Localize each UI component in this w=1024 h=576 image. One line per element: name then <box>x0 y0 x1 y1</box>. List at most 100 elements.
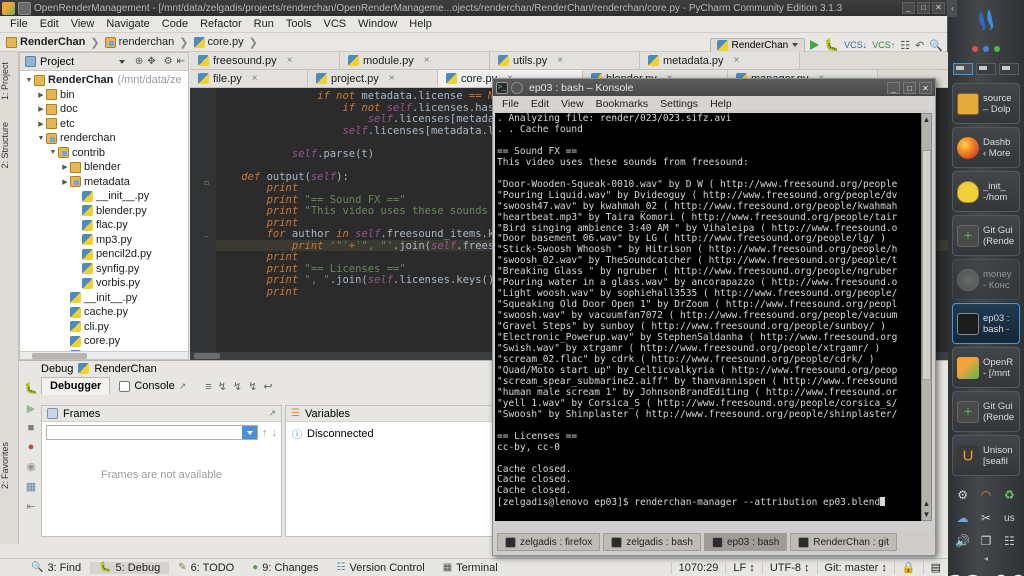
maximize-button[interactable]: □ <box>917 2 930 14</box>
locate-icon[interactable]: ⊕ <box>135 56 143 67</box>
editor-tab-module[interactable]: module.py × <box>340 52 490 69</box>
task-text-editor[interactable]: _init_ -/hom <box>952 171 1020 212</box>
pager[interactable] <box>948 58 1024 80</box>
line-separator[interactable]: LF ↕ <box>725 561 761 574</box>
pin-icon[interactable]: ↗ <box>179 381 187 392</box>
terminal-scrollbar[interactable]: ▲ ▲ ▼ <box>921 113 932 521</box>
editor-tab-metadata[interactable]: metadata.py × <box>640 52 800 69</box>
lock-icon[interactable]: 🔒 <box>893 561 923 574</box>
project-tree[interactable]: ▼ RenderChan (/mnt/data/ze ▶ bin ▶ doc ▶ etc ▼ ren… <box>20 71 188 359</box>
tree-row[interactable]: mp3.py <box>20 233 188 248</box>
tree-row[interactable]: ▶ blender <box>20 160 188 175</box>
tree-row[interactable]: ▶ bin <box>20 88 188 103</box>
settings-layout-icon[interactable]: ▦ <box>26 480 36 493</box>
sidebar-item-project[interactable]: 1: Project <box>0 58 10 104</box>
tool-button-todo[interactable]: ✎ 6: TODO <box>169 562 243 574</box>
menu-item-edit[interactable]: Edit <box>525 98 555 110</box>
git-branch[interactable]: Git: master ↕ <box>816 561 894 574</box>
debug-button[interactable]: 🐛 <box>824 38 839 52</box>
file-encoding[interactable]: UTF-8 ↕ <box>761 561 817 574</box>
search-icon[interactable]: 🔍 <box>929 39 943 52</box>
scrollbar-thumb[interactable] <box>32 353 87 359</box>
close-icon[interactable]: × <box>424 55 430 66</box>
chevron-down-icon[interactable]: ▼ <box>24 77 34 84</box>
disclosure-arrow-icon[interactable]: ▼ <box>48 149 58 156</box>
updates-icon[interactable]: ♻ <box>1000 486 1018 504</box>
tree-row[interactable]: ▼ contrib <box>20 146 188 161</box>
caret-position[interactable]: 1070:29 <box>670 561 726 574</box>
tool-button-debug[interactable]: 🐛 5: Debug <box>90 561 170 574</box>
gear-icon[interactable]: ⚙ <box>164 56 173 67</box>
panel-handle[interactable]: ‹ <box>948 0 957 17</box>
tree-row[interactable]: ▶ etc <box>20 117 188 132</box>
menu-item-help[interactable]: Help <box>704 98 738 110</box>
fold-marker-icon[interactable]: ◻ <box>204 178 209 187</box>
sidebar-item-structure[interactable]: 2: Structure <box>0 118 10 173</box>
menu-item-file[interactable]: File <box>496 98 525 110</box>
menu-item-view[interactable]: View <box>65 17 101 31</box>
restore-layout-icon[interactable]: ⇤ <box>26 500 35 513</box>
editor-tab-file[interactable]: file.py × <box>190 70 308 87</box>
window-menu-icon[interactable] <box>18 1 31 15</box>
close-button[interactable]: ✕ <box>919 81 932 94</box>
disclosure-arrow-icon[interactable]: ▶ <box>36 91 46 99</box>
tool-button-terminal[interactable]: ▦ Terminal <box>434 562 507 574</box>
task-pycharm[interactable]: OpenR - [/mnt <box>952 347 1020 388</box>
tree-row[interactable]: __init__.py <box>20 291 188 306</box>
tree-row[interactable]: __init__.py <box>20 189 188 204</box>
undo-icon[interactable]: ↶ <box>915 39 924 52</box>
memory-icon[interactable]: ▤ <box>922 561 948 574</box>
tab-debugger[interactable]: Debugger <box>41 377 111 395</box>
close-icon[interactable]: × <box>734 55 740 66</box>
task-git-gui[interactable]: + Git Gui (Rende <box>952 391 1020 432</box>
vcs-update-icon[interactable]: VCS↓ <box>844 40 867 50</box>
close-icon[interactable]: × <box>389 73 395 84</box>
tree-row[interactable]: ▶ metadata <box>20 175 188 190</box>
scissors-icon[interactable]: ✂ <box>977 509 995 527</box>
task-file-manager[interactable]: source – Dolp <box>952 83 1020 124</box>
frame-up-icon[interactable]: ↑ <box>262 427 268 439</box>
breadcrumb-item-renderchan-root[interactable]: RenderChan <box>6 36 85 48</box>
desktop-3[interactable] <box>999 63 1019 75</box>
task-konsole[interactable]: ep03 : bash - <box>952 303 1020 344</box>
menu-item-edit[interactable]: Edit <box>34 17 65 31</box>
window-menu-icon[interactable] <box>511 81 523 94</box>
tray-expand-icon[interactable]: ◂ <box>948 554 1024 563</box>
menu-item-vcs[interactable]: VCS <box>318 17 353 31</box>
menu-item-window[interactable]: Window <box>352 17 403 31</box>
keyboard-layout-icon[interactable]: us <box>1000 509 1018 527</box>
thread-selector[interactable] <box>46 425 258 440</box>
desktop-1[interactable] <box>953 63 973 75</box>
activity-dot-0[interactable] <box>972 46 978 52</box>
menu-item-file[interactable]: File <box>4 17 34 31</box>
close-icon[interactable]: × <box>252 73 258 84</box>
run-configuration-selector[interactable]: RenderChan <box>709 37 806 53</box>
close-icon[interactable]: × <box>287 55 293 66</box>
scroll-up-icon[interactable]: ▲ <box>922 114 931 125</box>
menu-item-run[interactable]: Run <box>248 17 280 31</box>
breadcrumb-item-core-py[interactable]: core.py <box>193 36 244 48</box>
disclosure-arrow-icon[interactable]: ▶ <box>60 163 70 171</box>
scroll-down-icon[interactable]: ▲ <box>922 498 931 509</box>
frame-down-icon[interactable]: ↓ <box>272 427 278 439</box>
menu-item-code[interactable]: Code <box>156 17 194 31</box>
network-icon[interactable]: ☷ <box>1000 532 1018 550</box>
task-unison[interactable]: U Unison [seafil <box>952 435 1020 476</box>
minimize-button[interactable]: _ <box>902 2 915 14</box>
tree-row[interactable]: ▼ renderchan <box>20 131 188 146</box>
maximize-button[interactable]: □ <box>903 81 916 94</box>
task-konsole[interactable]: money - Конс <box>952 259 1020 300</box>
tab-console[interactable]: Console ↗ <box>110 377 195 395</box>
disclosure-arrow-icon[interactable]: ▼ <box>36 135 46 142</box>
close-icon[interactable]: × <box>557 55 563 66</box>
stop-icon[interactable]: ■ <box>28 422 35 434</box>
scrollbar-thumb[interactable] <box>194 353 220 359</box>
sidebar-item-favorites[interactable]: 2: Favorites <box>0 438 10 493</box>
clipboard-icon[interactable]: ❐ <box>977 532 995 550</box>
scrollbar-thumb[interactable] <box>922 150 931 380</box>
konsole-tab[interactable]: RenderChan : git <box>790 533 897 551</box>
tree-row-root[interactable]: ▼ RenderChan (/mnt/data/ze <box>20 73 188 88</box>
menu-item-settings[interactable]: Settings <box>654 98 704 110</box>
editor-tab-freesound[interactable]: freesound.py × <box>190 52 340 69</box>
tree-row[interactable]: blender.py <box>20 204 188 219</box>
